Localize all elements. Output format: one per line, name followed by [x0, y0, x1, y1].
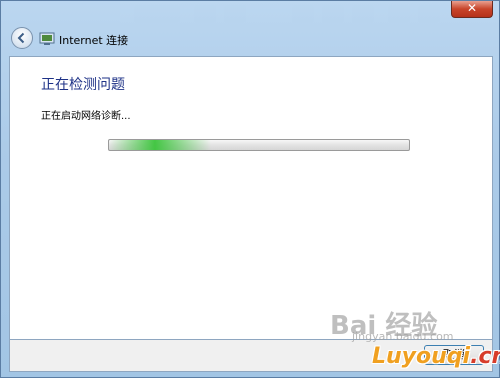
window-title: Internet 连接: [59, 34, 129, 47]
back-arrow-icon: [17, 32, 25, 44]
page-title: 正在检测问题: [41, 77, 125, 93]
dialog-content: 正在检测问题 正在启动网络诊断...: [9, 56, 493, 340]
status-text: 正在启动网络诊断...: [41, 111, 131, 122]
back-button[interactable]: [11, 27, 33, 49]
dialog-titlebar: Internet 连接: [7, 23, 495, 57]
close-button[interactable]: ✕: [451, 1, 493, 18]
jingyan-watermark: jingyan.baidu.com: [352, 330, 454, 343]
progress-bar: [108, 139, 410, 151]
luyouqi-watermark: Luyouqi.cn: [372, 344, 500, 369]
network-icon: [39, 32, 55, 45]
progress-glow: [109, 140, 211, 150]
luyouqi-watermark-domain: .cn: [470, 344, 500, 369]
close-icon: ✕: [466, 1, 478, 15]
luyouqi-watermark-name: Luyouqi: [372, 344, 471, 369]
